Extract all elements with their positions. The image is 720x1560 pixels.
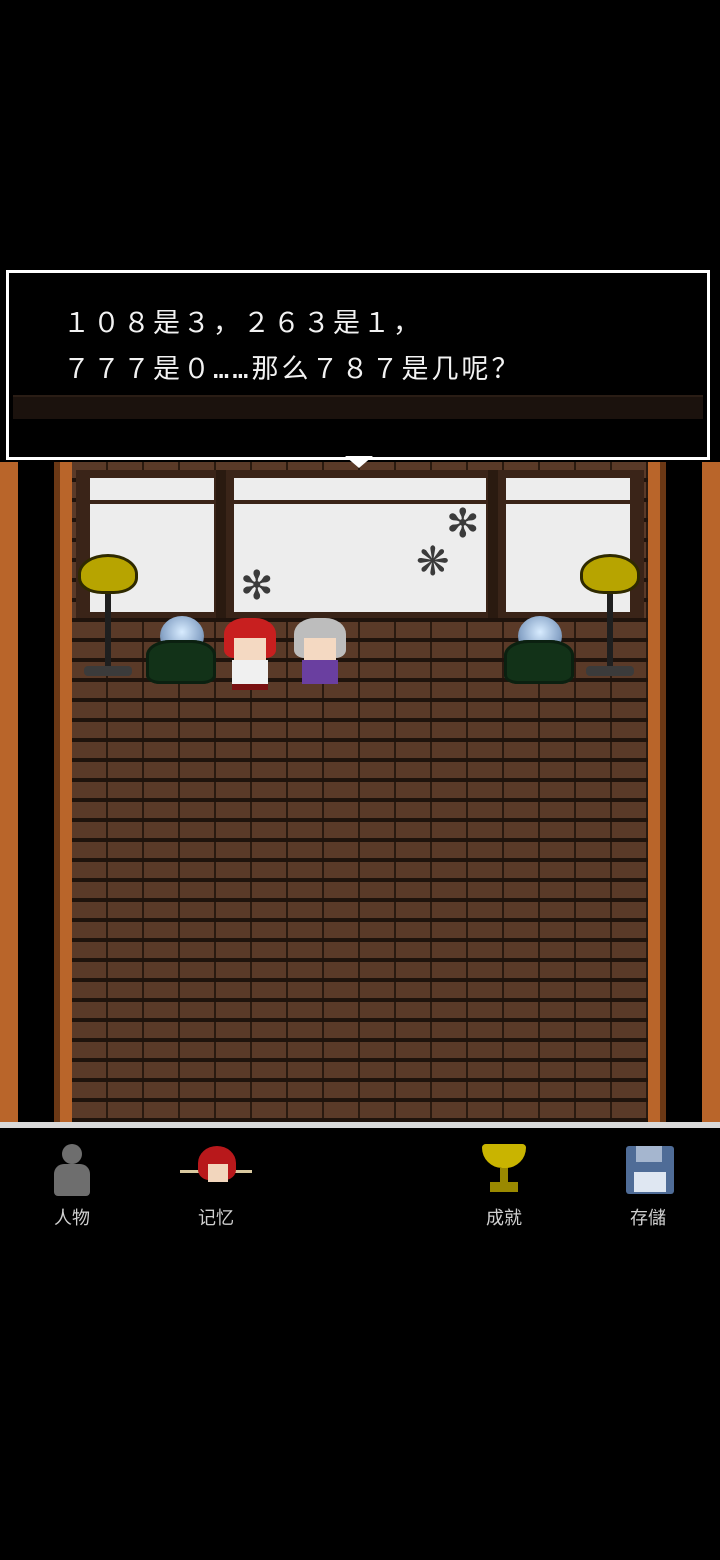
grey-haired-character[interactable] xyxy=(292,618,348,688)
lamp-pole xyxy=(607,594,613,674)
character-body xyxy=(302,660,338,684)
characters-label: 人物 xyxy=(54,1208,90,1229)
window-pane xyxy=(90,478,214,500)
bottom-menu: 人物 记忆 成就 存儲 xyxy=(0,1122,720,1248)
lamp-pole xyxy=(105,594,111,674)
dialog-line-1: １０８是３，２６３是１， xyxy=(63,308,423,339)
left-inner-pillar xyxy=(60,462,72,1122)
red-haired-girl-icon xyxy=(180,1142,252,1198)
right-inner-pillar xyxy=(648,462,660,1122)
lamp-shade xyxy=(78,554,138,594)
right-inner-pillar-shadow xyxy=(660,462,666,1122)
window-frame-beam xyxy=(216,470,226,618)
character-face xyxy=(304,638,336,660)
character-body xyxy=(232,660,268,690)
floppy-disk-icon xyxy=(620,1142,676,1198)
window-pane xyxy=(506,478,630,500)
trophy-icon xyxy=(476,1142,532,1198)
crystal-bush-left[interactable] xyxy=(146,616,216,684)
achievements-button[interactable]: 成就 xyxy=(454,1142,554,1230)
save-label: 存儲 xyxy=(630,1208,666,1229)
lamp-left[interactable] xyxy=(78,554,138,694)
left-outer-pillar xyxy=(0,462,18,1122)
dialog-line-2: ７７７是０……那么７８７是几呢？ xyxy=(63,354,522,385)
character-face xyxy=(234,638,266,660)
window-pane xyxy=(234,478,486,500)
bush-leaves xyxy=(504,640,574,684)
lamp-shade xyxy=(580,554,640,594)
save-button[interactable]: 存儲 xyxy=(598,1142,698,1230)
right-outer-pillar xyxy=(702,462,720,1122)
person-silhouette-icon xyxy=(44,1142,100,1198)
characters-button[interactable]: 人物 xyxy=(22,1142,122,1230)
memory-button[interactable]: 记忆 xyxy=(166,1142,266,1230)
vine-shadow-icon: ✻ xyxy=(240,563,274,609)
continue-arrow-icon[interactable] xyxy=(345,456,373,468)
achievements-label: 成就 xyxy=(486,1208,522,1229)
window-frame-beam xyxy=(488,470,498,618)
memory-label: 记忆 xyxy=(198,1208,234,1229)
lamp-foot xyxy=(84,666,132,676)
lamp-right[interactable] xyxy=(580,554,640,694)
dialog-box[interactable]: １０８是３，２６３是１， ７７７是０……那么７８７是几呢？ xyxy=(6,270,710,460)
shoji-window: ✻ ❋ ✻ xyxy=(76,470,644,618)
lamp-foot xyxy=(586,666,634,676)
dialog-divider xyxy=(13,395,703,419)
red-haired-girl-character[interactable] xyxy=(222,618,278,690)
game-scene[interactable]: ✻ ❋ ✻ xyxy=(0,462,720,1122)
crystal-bush-right[interactable] xyxy=(504,616,574,684)
vine-shadow-icon: ✻ xyxy=(446,501,480,547)
bush-leaves xyxy=(146,640,216,684)
vine-shadow-icon: ❋ xyxy=(416,539,450,585)
